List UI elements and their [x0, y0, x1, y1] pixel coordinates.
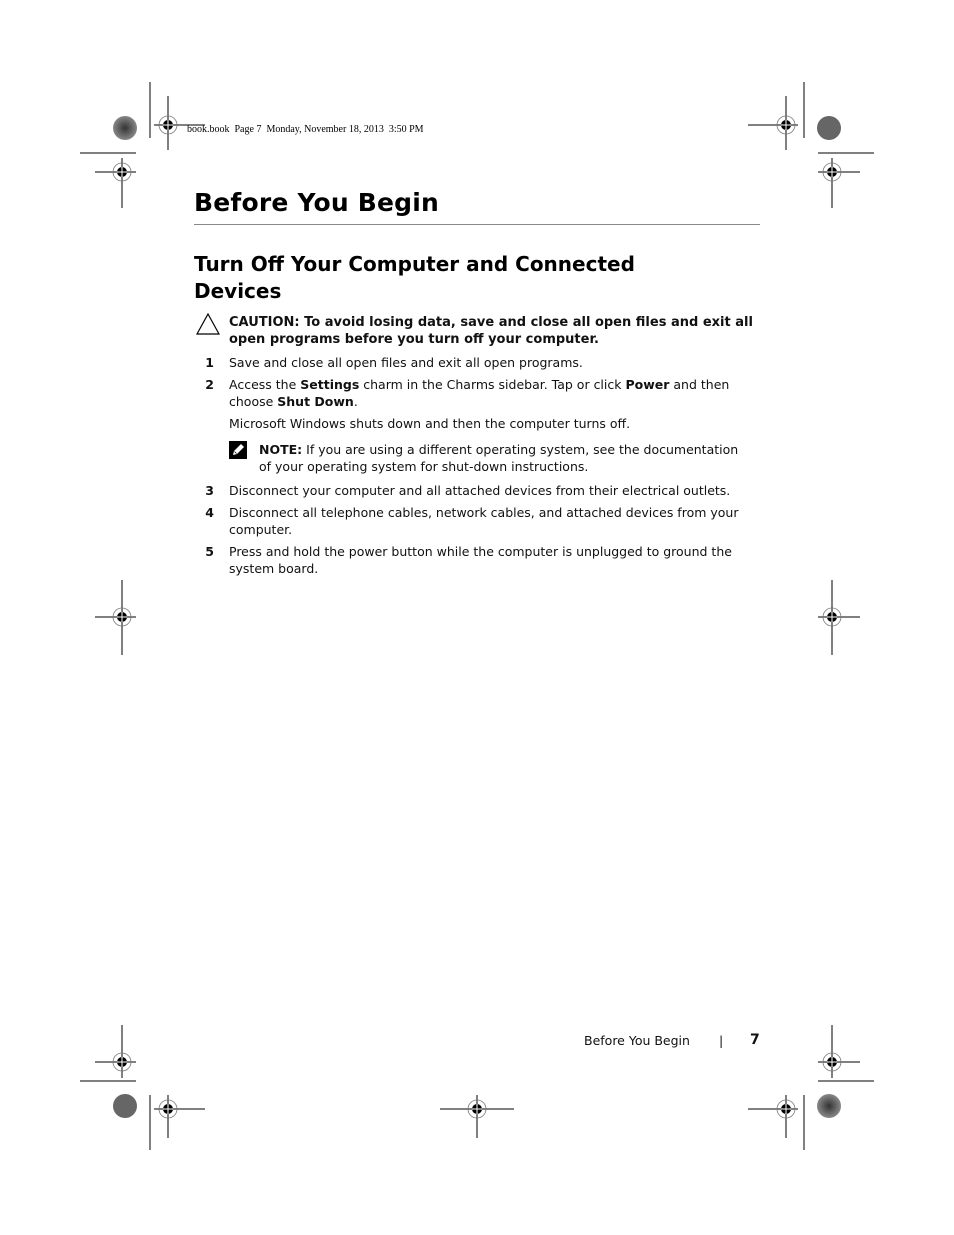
note-text: If you are using a different operating s… [259, 442, 739, 474]
step-text: Disconnect all telephone cables, network… [229, 505, 739, 537]
crop-mark-bottom-right [748, 1025, 874, 1150]
title-rule [194, 224, 760, 225]
print-slug: book.book Page 7 Monday, November 18, 20… [187, 124, 424, 135]
step-text: Save and close all open files and exit a… [229, 355, 583, 370]
step-number: 1 [205, 355, 214, 370]
step-number: 4 [205, 505, 214, 520]
chapter-title: Before You Begin [194, 188, 440, 217]
crop-mark-bottom-left [80, 1025, 205, 1150]
crop-mark-middle-right [818, 580, 860, 655]
section-title: Turn Off Your Computer and Connected Dev… [194, 252, 635, 303]
caution-triangle-icon [196, 313, 220, 335]
crop-mark-top-right [748, 82, 874, 208]
crop-mark-middle-left [95, 580, 136, 655]
crop-mark-top-left [80, 82, 205, 208]
shut-down-term: Shut Down [277, 394, 354, 409]
step-number: 2 [205, 377, 214, 392]
page-number: 7 [750, 1032, 760, 1048]
caution-label: CAUTION: [229, 315, 300, 330]
footer-separator: | [719, 1033, 724, 1048]
settings-term: Settings [300, 377, 360, 392]
footer-chapter-title: Before You Begin [584, 1033, 690, 1048]
crop-mark-bottom-middle [440, 1095, 514, 1138]
printer-marks [80, 82, 874, 1150]
note-label: NOTE: [259, 442, 303, 457]
power-term: Power [625, 377, 670, 392]
note-pencil-icon [229, 441, 247, 459]
step-text: Access the Settings charm in the Charms … [229, 377, 730, 409]
step-number: 5 [205, 544, 214, 559]
step-number: 3 [205, 483, 214, 498]
caution-text: To avoid losing data, save and close all… [229, 315, 753, 347]
step-text: Press and hold the power button while th… [229, 544, 732, 576]
step-text: Disconnect your computer and all attache… [229, 483, 731, 498]
step-2-followup: Microsoft Windows shuts down and then th… [229, 416, 631, 431]
